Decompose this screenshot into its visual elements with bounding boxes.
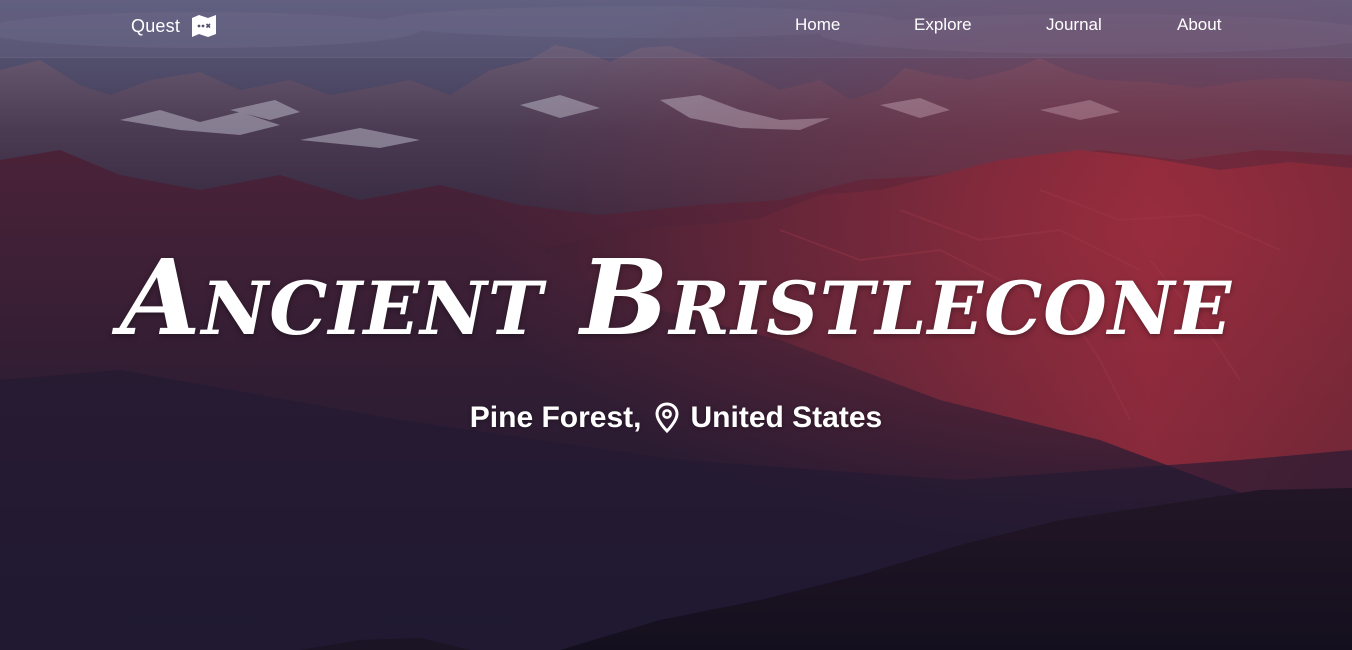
hero-location: Pine Forest, United States xyxy=(0,401,1352,435)
location-region: Pine Forest, xyxy=(469,401,642,434)
top-navbar: Quest Home Explore Journal About xyxy=(0,0,1352,58)
nav-explore-link[interactable]: Explore xyxy=(914,15,972,35)
nav-journal-link[interactable]: Journal xyxy=(1046,15,1102,35)
hero-section: Quest Home Explore Journal About Ancient… xyxy=(0,0,1352,650)
main-nav: Home Explore Journal About xyxy=(0,15,1352,39)
hero-title: Ancient Bristlecone xyxy=(119,236,1233,359)
location-country: United States xyxy=(690,401,883,434)
nav-about-link[interactable]: About xyxy=(1177,15,1221,35)
nav-home-link[interactable]: Home xyxy=(795,15,840,35)
location-pin-icon xyxy=(654,402,679,434)
